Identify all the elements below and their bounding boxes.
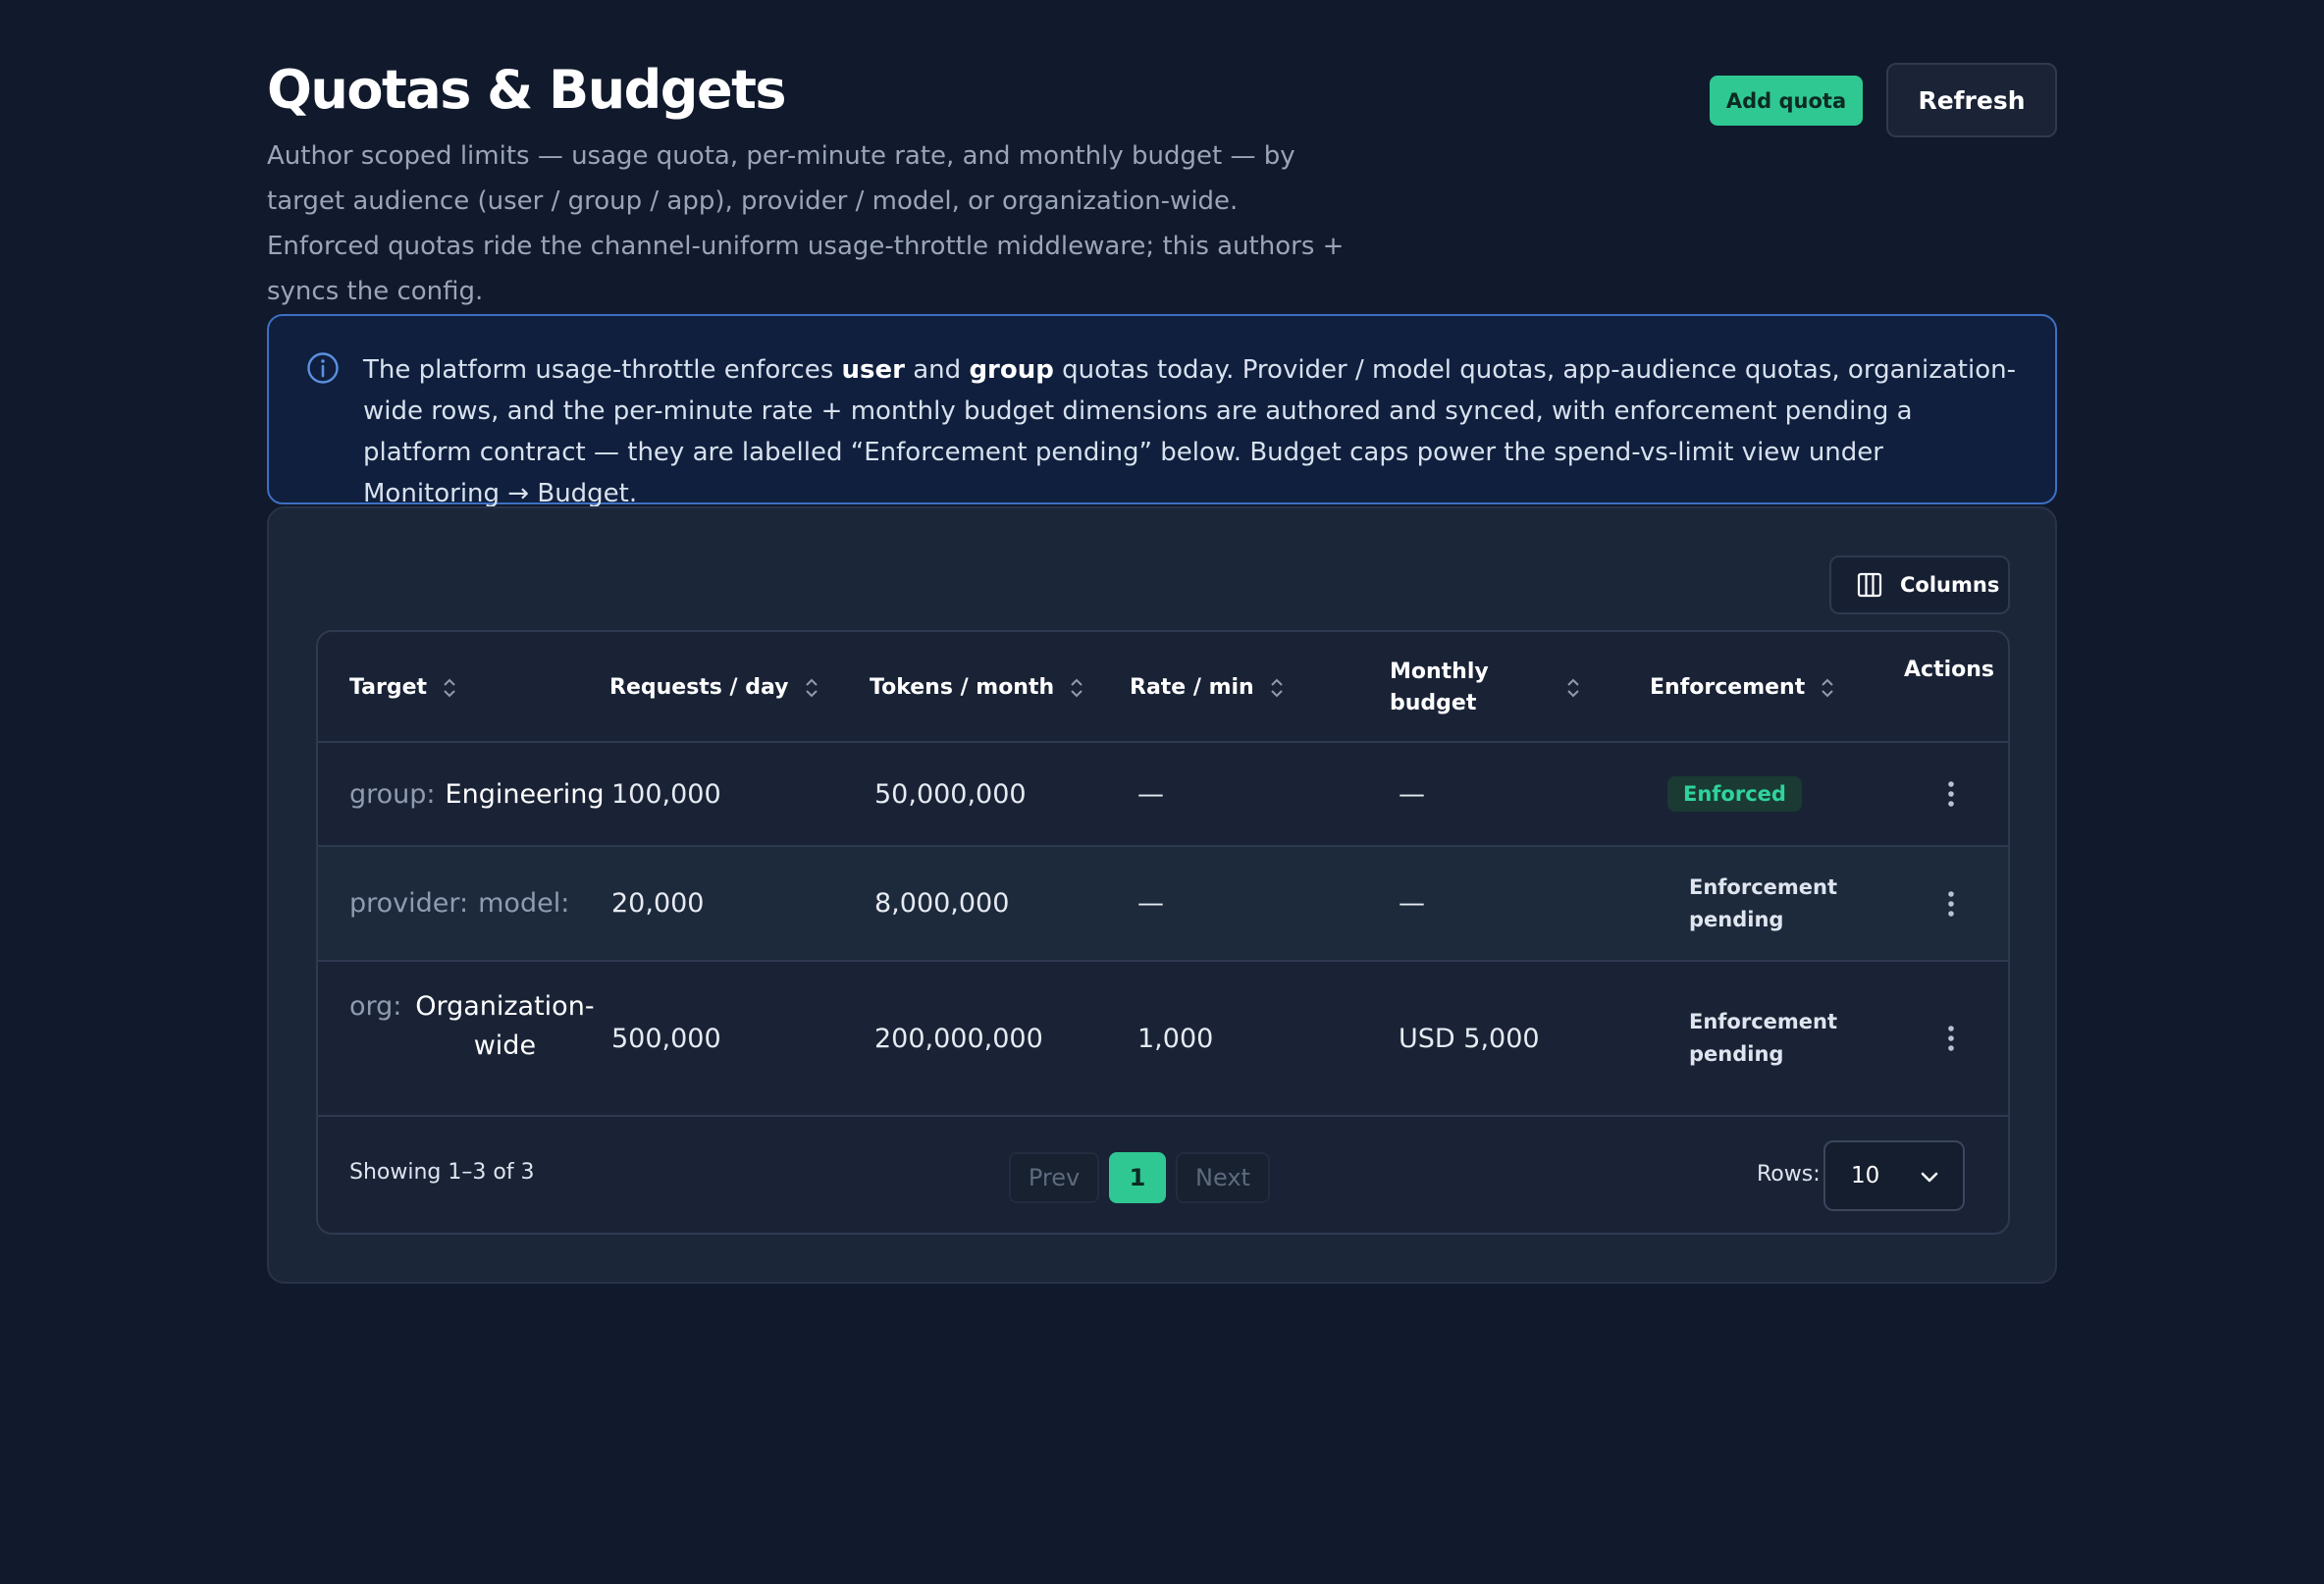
row-actions-button[interactable] bbox=[1946, 847, 1956, 960]
header-enforcement[interactable]: Enforcement bbox=[1650, 632, 1836, 743]
table-header: Target Requests / day Tokens / month Rat… bbox=[318, 632, 2008, 743]
sort-icon bbox=[1567, 678, 1579, 697]
header-tokens-month[interactable]: Tokens / month bbox=[870, 632, 1085, 743]
quotas-table: Target Requests / day Tokens / month Rat… bbox=[316, 630, 2010, 1235]
columns-icon bbox=[1857, 572, 1882, 598]
page-description: Author scoped limits — usage quota, per-… bbox=[267, 141, 1345, 306]
add-quota-button[interactable]: Add quota bbox=[1710, 76, 1863, 126]
requests-day-cell: 100,000 bbox=[611, 778, 721, 810]
table-row: provider: model: 20,000 8,000,000 — — En… bbox=[318, 847, 2008, 962]
status-text: Enforcement pending bbox=[1689, 1010, 1838, 1066]
page-header: Quotas & Budgets Author scoped limits — … bbox=[267, 59, 2057, 306]
sort-icon bbox=[1271, 678, 1283, 697]
monthly-budget-cell: USD 5,000 bbox=[1399, 1023, 1540, 1054]
columns-button[interactable]: Columns bbox=[1829, 555, 2010, 614]
header-target[interactable]: Target bbox=[349, 632, 458, 743]
next-page-button[interactable]: Next bbox=[1176, 1152, 1270, 1203]
status-badge: Enforced bbox=[1667, 776, 1802, 812]
enforcement-cell: Enforcement pending bbox=[1689, 962, 1838, 1115]
rate-min-cell: — bbox=[1137, 778, 1164, 810]
header-requests-day[interactable]: Requests / day bbox=[609, 632, 820, 743]
tokens-month-cell: 50,000,000 bbox=[874, 778, 1027, 810]
sort-icon bbox=[805, 678, 818, 697]
sort-icon bbox=[444, 678, 455, 697]
page-title: Quotas & Budgets bbox=[267, 59, 787, 121]
info-banner: The platform usage-throttle enforces use… bbox=[267, 314, 2057, 508]
rate-min-cell: — bbox=[1137, 888, 1164, 919]
sort-icon bbox=[1071, 678, 1083, 697]
columns-label: Columns bbox=[1900, 573, 2000, 597]
more-vertical-icon bbox=[1948, 781, 1954, 807]
status-text: Enforcement pending bbox=[1689, 874, 1838, 931]
prev-page-button[interactable]: Prev bbox=[1009, 1152, 1099, 1203]
header-rate-min[interactable]: Rate / min bbox=[1130, 632, 1286, 743]
monthly-budget-cell: — bbox=[1399, 778, 1425, 810]
enforcement-cell: Enforcement pending bbox=[1689, 847, 1838, 960]
enforcement-cell: Enforced bbox=[1667, 743, 1802, 845]
monthly-budget-cell: — bbox=[1399, 888, 1425, 919]
quotas-card: Columns Target Requests / day Tokens / m… bbox=[267, 506, 2057, 1284]
chevron-down-icon bbox=[1921, 1172, 1938, 1183]
requests-day-cell: 500,000 bbox=[611, 1023, 721, 1054]
refresh-button[interactable]: Refresh bbox=[1886, 63, 2057, 137]
showing-count: Showing 1–3 of 3 bbox=[349, 1160, 535, 1185]
tokens-month-cell: 8,000,000 bbox=[874, 888, 1010, 919]
info-icon bbox=[307, 352, 339, 384]
header-actions: Actions bbox=[1904, 658, 1994, 682]
more-vertical-icon bbox=[1948, 890, 1954, 917]
more-vertical-icon bbox=[1948, 1026, 1954, 1051]
pagination-bar: Showing 1–3 of 3 Prev 1 Next Rows: 10 bbox=[318, 1117, 2008, 1233]
sort-icon bbox=[1822, 678, 1833, 697]
row-actions-button[interactable] bbox=[1946, 743, 1956, 845]
target-cell: provider: model: bbox=[349, 888, 570, 919]
target-cell: org: Organization-wide bbox=[349, 991, 595, 1061]
rows-per-page-select[interactable]: 10 bbox=[1823, 1140, 1965, 1211]
header-monthly-budget[interactable]: Monthly budget bbox=[1390, 632, 1586, 743]
target-cell: group: Engineering bbox=[349, 778, 605, 810]
rate-min-cell: 1,000 bbox=[1137, 1023, 1214, 1054]
table-row: org: Organization-wide 500,000 200,000,0… bbox=[318, 962, 2008, 1117]
table-row: group: Engineering 100,000 50,000,000 — … bbox=[318, 743, 2008, 847]
tokens-month-cell: 200,000,000 bbox=[874, 1023, 1043, 1054]
page-1-button[interactable]: 1 bbox=[1109, 1152, 1166, 1203]
info-banner-text: The platform usage-throttle enforces use… bbox=[363, 355, 2016, 508]
row-actions-button[interactable] bbox=[1946, 962, 1956, 1115]
requests-day-cell: 20,000 bbox=[611, 888, 705, 919]
rows-label: Rows: bbox=[1757, 1162, 1821, 1187]
